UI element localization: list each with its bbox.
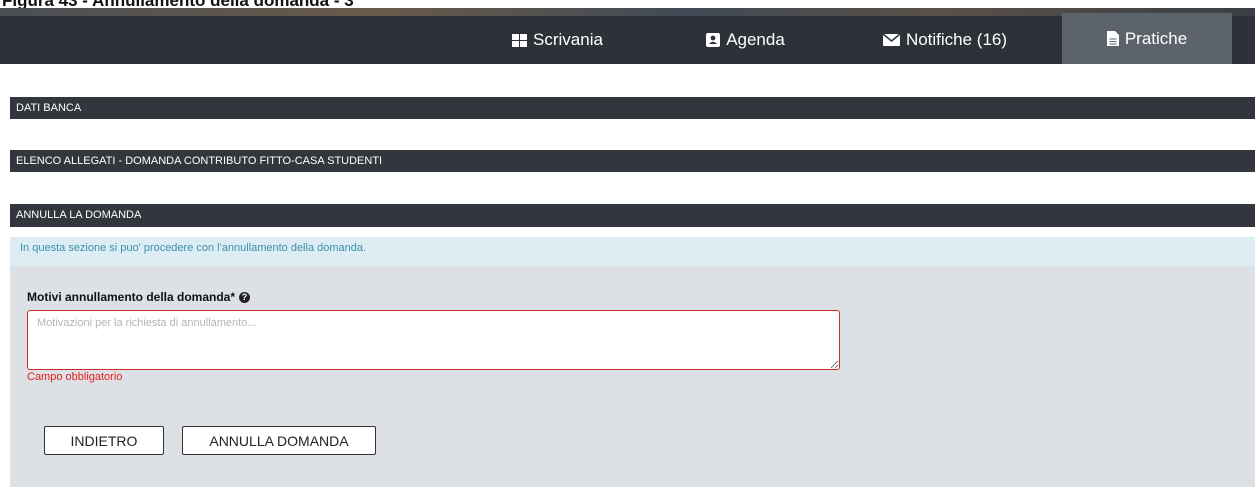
nav-label-pratiche: Pratiche [1124, 28, 1188, 48]
cancel-application-button[interactable]: ANNULLA DOMANDA [182, 426, 376, 455]
nav-item-notifiche[interactable]: Notifiche (16) [850, 16, 1040, 64]
nav-item-agenda[interactable]: Agenda [658, 16, 833, 64]
field-label-motivi: Motivi annullamento della domanda* ? [27, 290, 251, 304]
grid-icon [512, 33, 528, 47]
envelope-icon [882, 34, 900, 46]
top-navbar: Scrivania Agenda Notifiche (16) Pratiche [0, 8, 1255, 64]
section-elenco-allegati[interactable]: ELENCO ALLEGATI - DOMANDA CONTRIBUTO FIT… [10, 150, 1255, 172]
info-message: In questa sezione si puo' procedere con … [10, 237, 1255, 266]
contact-card-icon [706, 33, 721, 47]
section-annulla-domanda[interactable]: ANNULLA LA DOMANDA [10, 204, 1255, 227]
nav-item-scrivania[interactable]: Scrivania [470, 16, 645, 64]
nav-label-agenda: Agenda [726, 30, 785, 49]
help-icon[interactable]: ? [239, 291, 251, 303]
required-error: Campo obbligatorio [27, 371, 123, 383]
document-icon [1106, 31, 1119, 46]
back-button[interactable]: INDIETRO [44, 426, 164, 455]
motivi-textarea[interactable] [27, 310, 840, 370]
nav-item-pratiche[interactable]: Pratiche [1062, 13, 1232, 64]
cancel-form-panel: Motivi annullamento della domanda* ? Cam… [10, 266, 1255, 487]
nav-label-scrivania: Scrivania [533, 30, 603, 49]
field-label-text: Motivi annullamento della domanda* [27, 290, 236, 304]
figure-caption: Figura 43 - Annullamento della domanda -… [0, 0, 1255, 8]
nav-label-notifiche: Notifiche (16) [905, 30, 1008, 49]
section-dati-banca[interactable]: DATI BANCA [10, 97, 1255, 119]
